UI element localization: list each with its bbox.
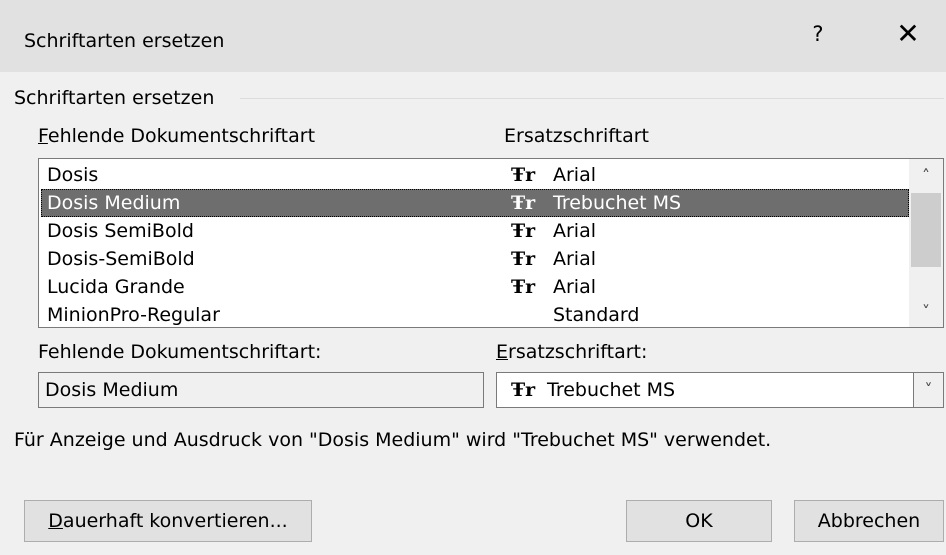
truetype-font-icon: Ŧr	[511, 248, 536, 270]
ok-button[interactable]: OK	[626, 500, 772, 542]
truetype-font-icon: Ŧr	[511, 379, 536, 401]
missing-font-name: MinionPro-Regular	[47, 304, 220, 326]
title-bar: Schriftarten ersetzen ? ✕	[0, 0, 946, 72]
replacement-font-name: Arial	[553, 164, 597, 186]
list-row[interactable]: Lucida Grande Ŧr Arial	[41, 273, 909, 301]
replacement-font-name: Trebuchet MS	[553, 192, 682, 214]
missing-font-name: Lucida Grande	[47, 276, 185, 298]
convert-permanently-button[interactable]: Dauerhaft konvertieren...	[24, 500, 312, 542]
group-divider	[240, 98, 944, 99]
truetype-font-icon: Ŧr	[511, 276, 536, 298]
replacement-font-column-header: Ersatzschriftart	[504, 125, 649, 147]
truetype-font-icon: Ŧr	[511, 220, 536, 242]
list-row[interactable]: Dosis SemiBold Ŧr Arial	[41, 217, 909, 245]
scroll-down-arrow-icon[interactable]: ˅	[909, 297, 943, 327]
missing-font-name: Dosis-SemiBold	[47, 248, 195, 270]
scroll-up-arrow-icon[interactable]: ˄	[909, 161, 943, 191]
list-row[interactable]: Dosis Ŧr Arial	[41, 161, 909, 189]
missing-font-field: Dosis Medium	[38, 372, 484, 408]
replacement-font-name: Arial	[553, 248, 597, 270]
font-replacement-list[interactable]: Dosis Ŧr Arial Dosis Medium Ŧr Trebuchet MS Do…	[38, 158, 944, 328]
replacement-font-label: Ersatzschriftart:	[496, 341, 648, 363]
missing-font-name: Dosis	[47, 164, 99, 186]
info-text: Für Anzeige und Ausdruck von "Dosis Medi…	[14, 429, 772, 451]
list-scrollbar[interactable]: ˄ ˅	[909, 159, 943, 327]
missing-font-name: Dosis SemiBold	[47, 220, 194, 242]
missing-font-column-header: Fehlende Dokumentschriftart	[38, 125, 316, 147]
scroll-thumb[interactable]	[911, 193, 941, 267]
list-row[interactable]: Dosis Medium Ŧr Trebuchet MS	[41, 189, 909, 217]
cancel-button[interactable]: Abbrechen	[794, 500, 944, 542]
replacement-font-name: Arial	[553, 276, 597, 298]
replacement-font-name: Arial	[553, 220, 597, 242]
missing-font-name: Dosis Medium	[47, 192, 181, 214]
font-replacement-dialog: Schriftarten ersetzen ? ✕ Schriftarten e…	[0, 0, 946, 555]
replacement-font-dropdown[interactable]: Ŧr Trebuchet MS ˅	[496, 372, 944, 408]
missing-font-label: Fehlende Dokumentschriftart:	[38, 341, 322, 363]
replacement-font-value: Trebuchet MS	[547, 379, 676, 401]
chevron-down-icon[interactable]: ˅	[913, 373, 943, 407]
close-button[interactable]: ✕	[884, 14, 932, 54]
truetype-font-icon: Ŧr	[511, 192, 536, 214]
group-label: Schriftarten ersetzen	[14, 86, 221, 110]
replacement-font-name: Standard	[553, 304, 640, 326]
dialog-title: Schriftarten ersetzen	[24, 30, 225, 52]
list-row[interactable]: MinionPro-Regular Standard	[41, 301, 909, 327]
list-row[interactable]: Dosis-SemiBold Ŧr Arial	[41, 245, 909, 273]
help-button[interactable]: ?	[796, 16, 840, 52]
truetype-font-icon: Ŧr	[511, 164, 536, 186]
